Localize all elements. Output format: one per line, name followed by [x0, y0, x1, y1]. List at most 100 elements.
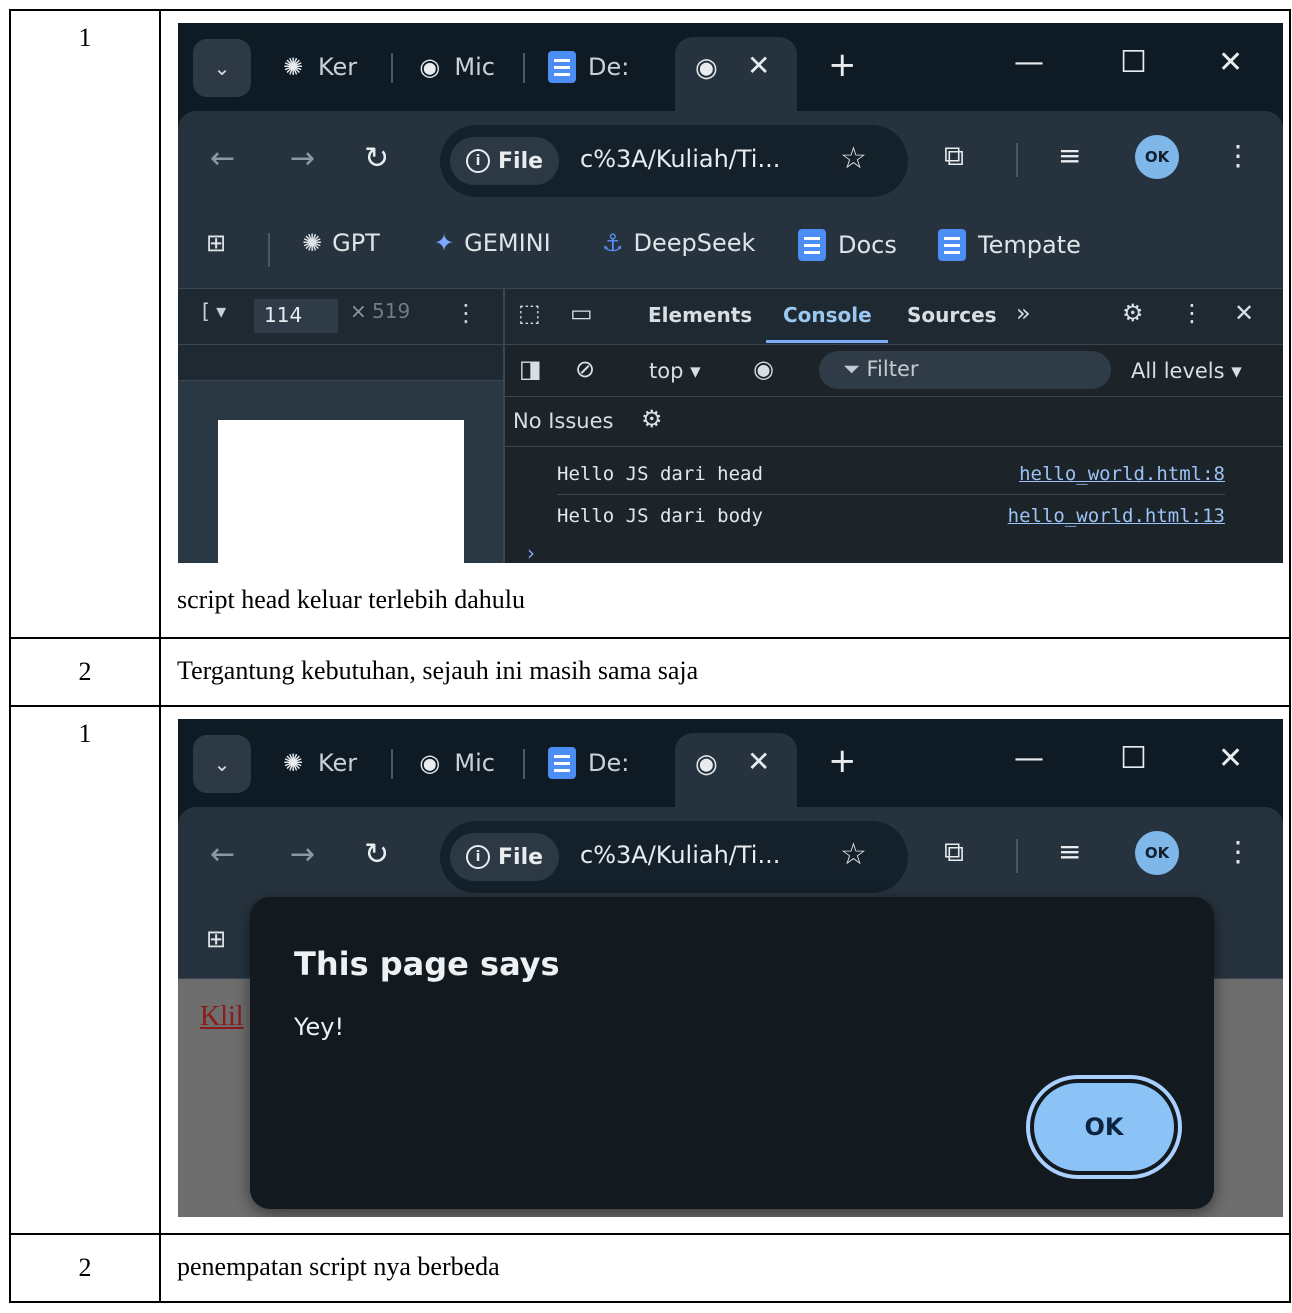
alert-dialog: This page says Yey! OK	[250, 897, 1214, 1209]
console-prompt[interactable]: ›	[527, 541, 535, 563]
bookmark-docs[interactable]: Docs	[798, 229, 897, 261]
tab-microsoft[interactable]: ◉ Mic	[415, 743, 495, 783]
apps-icon[interactable]: ⊞	[206, 925, 236, 953]
tab-separator	[523, 53, 525, 83]
reload-button[interactable]: ↻	[364, 141, 389, 176]
bookmark-gpt[interactable]: ✺ GPT	[302, 229, 380, 257]
tab-sources[interactable]: Sources	[907, 303, 997, 327]
sidebar-toggle-icon[interactable]: ◨	[519, 355, 542, 383]
bookmarks-bar: ⊞ ✺ GPT ✦ GEMINI ⚓ DeepSeek Docs Tempate	[178, 211, 1283, 289]
back-button[interactable]: ←	[210, 141, 235, 176]
menu-icon[interactable]: ⋮	[1224, 139, 1252, 172]
info-icon: i	[466, 149, 490, 173]
device-toolbar-icon[interactable]: ▭	[570, 299, 593, 327]
extensions-icon[interactable]: ⧉	[944, 139, 964, 173]
docs-icon	[938, 229, 966, 261]
tab-docs[interactable]: De:	[548, 47, 638, 87]
chevron-down-icon: ⌄	[213, 56, 231, 80]
log-levels-select[interactable]: All levels ▾	[1131, 359, 1242, 383]
reload-button[interactable]: ↻	[364, 837, 389, 872]
console-log-row: Hello JS dari body hello_world.html:13	[557, 497, 1225, 537]
close-window-button[interactable]: ✕	[1218, 741, 1243, 776]
bookmark-label: DeepSeek	[633, 229, 756, 257]
deepseek-icon: ⚓	[602, 229, 624, 257]
minimize-button[interactable]: —	[1014, 741, 1044, 776]
more-tabs-icon[interactable]: »	[1016, 299, 1031, 327]
new-tab-button[interactable]: +	[828, 45, 857, 85]
tab-label: Mic	[454, 53, 495, 81]
close-devtools-icon[interactable]: ✕	[1234, 299, 1254, 327]
tab-separator	[391, 53, 393, 83]
bookmark-label: GPT	[332, 229, 380, 257]
bookmark-deepseek[interactable]: ⚓ DeepSeek	[602, 229, 755, 257]
tab-search-button[interactable]: ⌄	[193, 39, 251, 97]
bookmark-star-icon[interactable]: ☆	[840, 837, 867, 872]
row-text: Tergantung kebutuhan, sejauh ini masih s…	[177, 656, 699, 685]
tab-chatgpt[interactable]: ✺ Ker	[278, 47, 368, 87]
console-panel: ◨ ⊘ top ▾ ◉ ⏷ Filter All levels ▾ No Iss…	[505, 345, 1283, 563]
tab-console[interactable]: Console	[783, 303, 872, 327]
avatar[interactable]: OK	[1135, 831, 1179, 875]
url-text: c%3A/Kuliah/Ti...	[580, 145, 781, 173]
page-link[interactable]: Klil	[200, 1001, 244, 1033]
forward-button[interactable]: →	[290, 837, 315, 872]
tab-search-button[interactable]: ⌄	[193, 735, 251, 793]
tab-elements[interactable]: Elements	[648, 303, 752, 327]
toolbar-separator	[1016, 143, 1018, 177]
tab-docs[interactable]: De:	[548, 743, 638, 783]
media-control-icon[interactable]: ≡	[1058, 139, 1081, 172]
bookmark-tempate[interactable]: Tempate	[938, 229, 1081, 261]
forward-button[interactable]: →	[290, 141, 315, 176]
address-bar[interactable]: i File c%3A/Kuliah/Ti... ☆	[440, 821, 908, 893]
clear-console-icon[interactable]: ⊘	[575, 355, 595, 383]
docs-icon	[548, 51, 576, 83]
bookmark-gemini[interactable]: ✦ GEMINI	[434, 229, 551, 257]
avatar[interactable]: OK	[1135, 135, 1179, 179]
devtools-menu-icon[interactable]: ⋮	[1180, 299, 1204, 327]
minimize-button[interactable]: —	[1014, 45, 1044, 80]
device-dropdown[interactable]: [ ▾	[202, 299, 226, 323]
close-tab-icon[interactable]: ✕	[747, 49, 770, 82]
tab-active[interactable]: ◉ ✕	[675, 37, 797, 117]
bookmark-star-icon[interactable]: ☆	[840, 141, 867, 176]
tab-chatgpt[interactable]: ✺ Ker	[278, 743, 368, 783]
context-select[interactable]: top ▾	[649, 359, 701, 383]
tab-active[interactable]: ◉ ✕	[675, 733, 797, 813]
extensions-icon[interactable]: ⧉	[944, 835, 964, 869]
table-row: 1 ⌄ ✺ Ker ◉ Mic De: ◉ ✕ + — ☐ ✕ ← → ↻ i …	[9, 9, 1291, 639]
settings-gear-icon[interactable]: ⚙	[1122, 299, 1144, 327]
site-info-chip[interactable]: i File	[450, 137, 560, 185]
viewport-height-input[interactable]: 519	[372, 299, 410, 323]
close-tab-icon[interactable]: ✕	[747, 745, 770, 778]
inspect-element-icon[interactable]: ⬚	[518, 299, 541, 327]
issues-label[interactable]: No Issues	[513, 409, 613, 433]
site-info-chip[interactable]: i File	[450, 833, 560, 881]
address-bar[interactable]: i File c%3A/Kuliah/Ti... ☆	[440, 125, 908, 197]
globe-icon: ◉	[419, 749, 441, 777]
info-icon: i	[466, 845, 490, 869]
maximize-button[interactable]: ☐	[1120, 45, 1147, 80]
device-more-icon[interactable]: ⋮	[454, 299, 478, 327]
apps-icon[interactable]: ⊞	[206, 229, 236, 257]
back-button[interactable]: ←	[210, 837, 235, 872]
levels-label: All levels	[1131, 359, 1225, 383]
ok-button[interactable]: OK	[1034, 1083, 1174, 1171]
console-settings-gear-icon[interactable]: ⚙	[641, 405, 663, 433]
live-expression-eye-icon[interactable]: ◉	[753, 355, 774, 383]
console-log-row: Hello JS dari head hello_world.html:8	[557, 455, 1225, 495]
openai-icon: ✺	[302, 229, 323, 257]
browser-screenshot-console: ⌄ ✺ Ker ◉ Mic De: ◉ ✕ + — ☐ ✕ ← → ↻ i Fi…	[178, 23, 1283, 563]
log-source-link[interactable]: hello_world.html:8	[1019, 463, 1225, 485]
toolbar-separator	[1016, 839, 1018, 873]
active-tab-indicator	[766, 340, 888, 343]
tab-microsoft[interactable]: ◉ Mic	[415, 47, 495, 87]
menu-icon[interactable]: ⋮	[1224, 835, 1252, 868]
media-control-icon[interactable]: ≡	[1058, 835, 1081, 868]
log-source-link[interactable]: hello_world.html:13	[1008, 505, 1225, 527]
new-tab-button[interactable]: +	[828, 741, 857, 781]
filter-input[interactable]: ⏷ Filter	[819, 351, 1111, 389]
close-window-button[interactable]: ✕	[1218, 45, 1243, 80]
log-message: Hello JS dari body	[557, 505, 763, 527]
maximize-button[interactable]: ☐	[1120, 741, 1147, 776]
viewport-width-input[interactable]: 114	[254, 299, 338, 333]
